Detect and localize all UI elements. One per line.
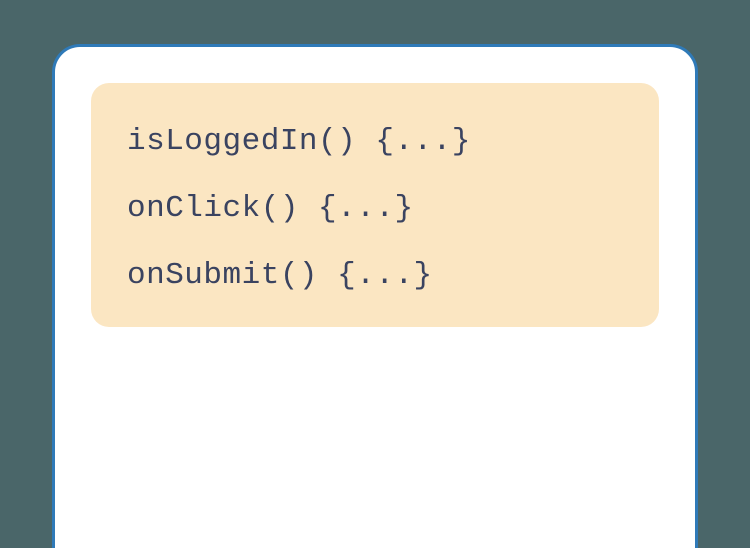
code-line: onSubmit() {...} bbox=[127, 257, 623, 294]
code-line: onClick() {...} bbox=[127, 190, 623, 227]
code-block: isLoggedIn() {...} onClick() {...} onSub… bbox=[91, 83, 659, 327]
code-line: isLoggedIn() {...} bbox=[127, 123, 623, 160]
card-container: isLoggedIn() {...} onClick() {...} onSub… bbox=[52, 44, 698, 548]
